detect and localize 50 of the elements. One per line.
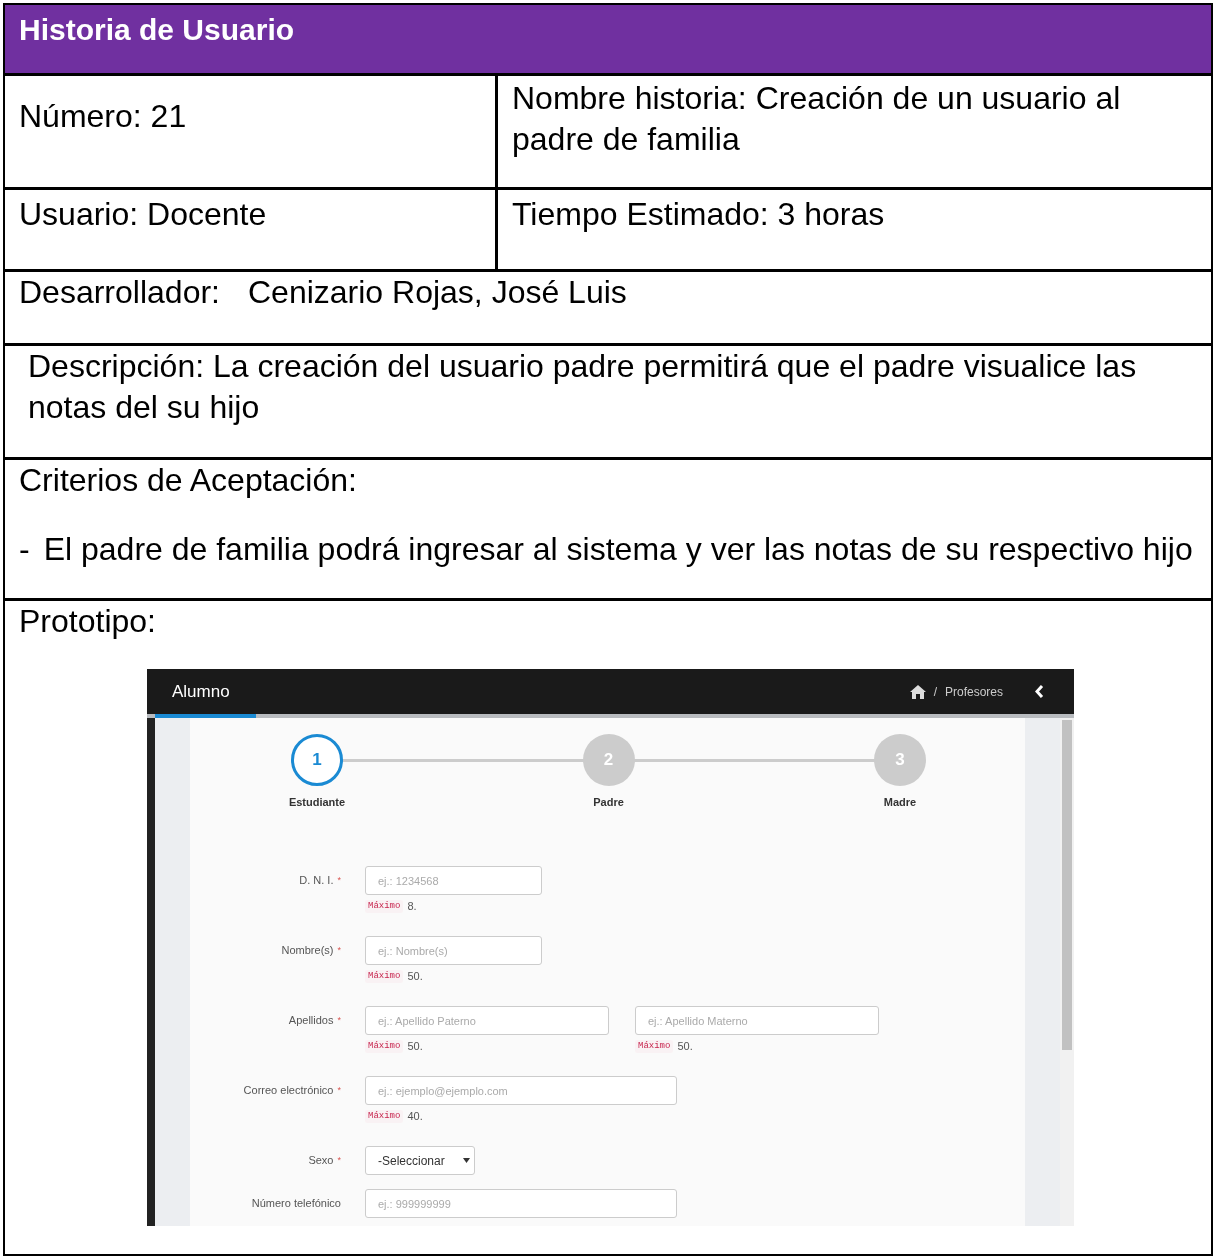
story-name-text: Nombre historia: Creación de un usuario al padre de familia	[512, 80, 1121, 157]
max-code: Máximo	[365, 1039, 404, 1053]
required-mark: *	[337, 1083, 341, 1097]
step-label: Padre	[593, 795, 624, 810]
field-label: D. N. I.	[299, 873, 334, 889]
max-value: 50.	[407, 969, 423, 984]
field-label: Sexo	[308, 1153, 334, 1169]
max-code: Máximo	[635, 1039, 674, 1053]
field-label: Nombre(s)	[281, 943, 334, 959]
max-value: 50.	[407, 1039, 423, 1054]
input-field[interactable]: ej.: 999999999	[365, 1189, 677, 1218]
max-code: Máximo	[365, 969, 404, 983]
prototype-label: Prototipo:	[19, 603, 156, 639]
header-title: Historia de Usuario	[19, 13, 295, 46]
description-text: Descripción: La creación del usuario padre permitirá que el padre visualice las notas del su hijo	[27, 347, 1138, 427]
required-mark: *	[337, 873, 341, 887]
input-field[interactable]: ej.: 1234568	[365, 866, 542, 895]
home-icon[interactable]	[909, 684, 926, 699]
breadcrumb-link[interactable]: Profesores	[944, 682, 1003, 701]
max-value: 8.	[407, 899, 417, 914]
number-text: Número: 21	[19, 98, 187, 134]
scrollbar[interactable]	[1060, 718, 1074, 1226]
field-label: Correo electrónico	[243, 1083, 334, 1099]
required-mark: *	[337, 943, 341, 957]
required-mark: *	[337, 1013, 341, 1027]
estimate-text: Tiempo Estimado: 3 horas	[512, 196, 885, 232]
developer-label: Desarrollador:	[19, 273, 220, 312]
criteria-label: Criterios de Aceptación:	[19, 461, 358, 500]
max-value: 50.	[677, 1039, 693, 1054]
max-code: Máximo	[365, 1109, 404, 1123]
developer-name: Cenizario Rojas, José Luis	[247, 273, 627, 312]
input-field[interactable]: ej.: ejemplo@ejemplo.com	[365, 1076, 677, 1105]
field-label: Apellidos	[288, 1013, 334, 1029]
user-text: Usuario: Docente	[19, 196, 267, 232]
chevron-left-icon[interactable]	[1035, 685, 1044, 698]
step-label: Madre	[883, 795, 917, 810]
select-field[interactable]: -Seleccionar	[365, 1146, 475, 1175]
app-title: Alumno	[172, 680, 230, 703]
input-field[interactable]: ej.: Apellido Materno	[635, 1006, 879, 1035]
step-label: Estudiante	[288, 795, 346, 810]
required-mark: *	[337, 1153, 341, 1167]
max-code: Máximo	[365, 899, 404, 913]
breadcrumb-separator: /	[933, 683, 937, 701]
field-label: Número telefónico	[251, 1196, 341, 1212]
input-field[interactable]: ej.: Nombre(s)	[365, 936, 542, 965]
list-bullet: -	[19, 530, 30, 569]
input-field[interactable]: ej.: Apellido Paterno	[365, 1006, 609, 1035]
criteria-item: El padre de familia podrá ingresar al sistema y ver las notas de su respectivo hijo	[43, 530, 1193, 569]
dropdown-caret-icon	[463, 1158, 470, 1163]
max-value: 40.	[407, 1109, 423, 1124]
